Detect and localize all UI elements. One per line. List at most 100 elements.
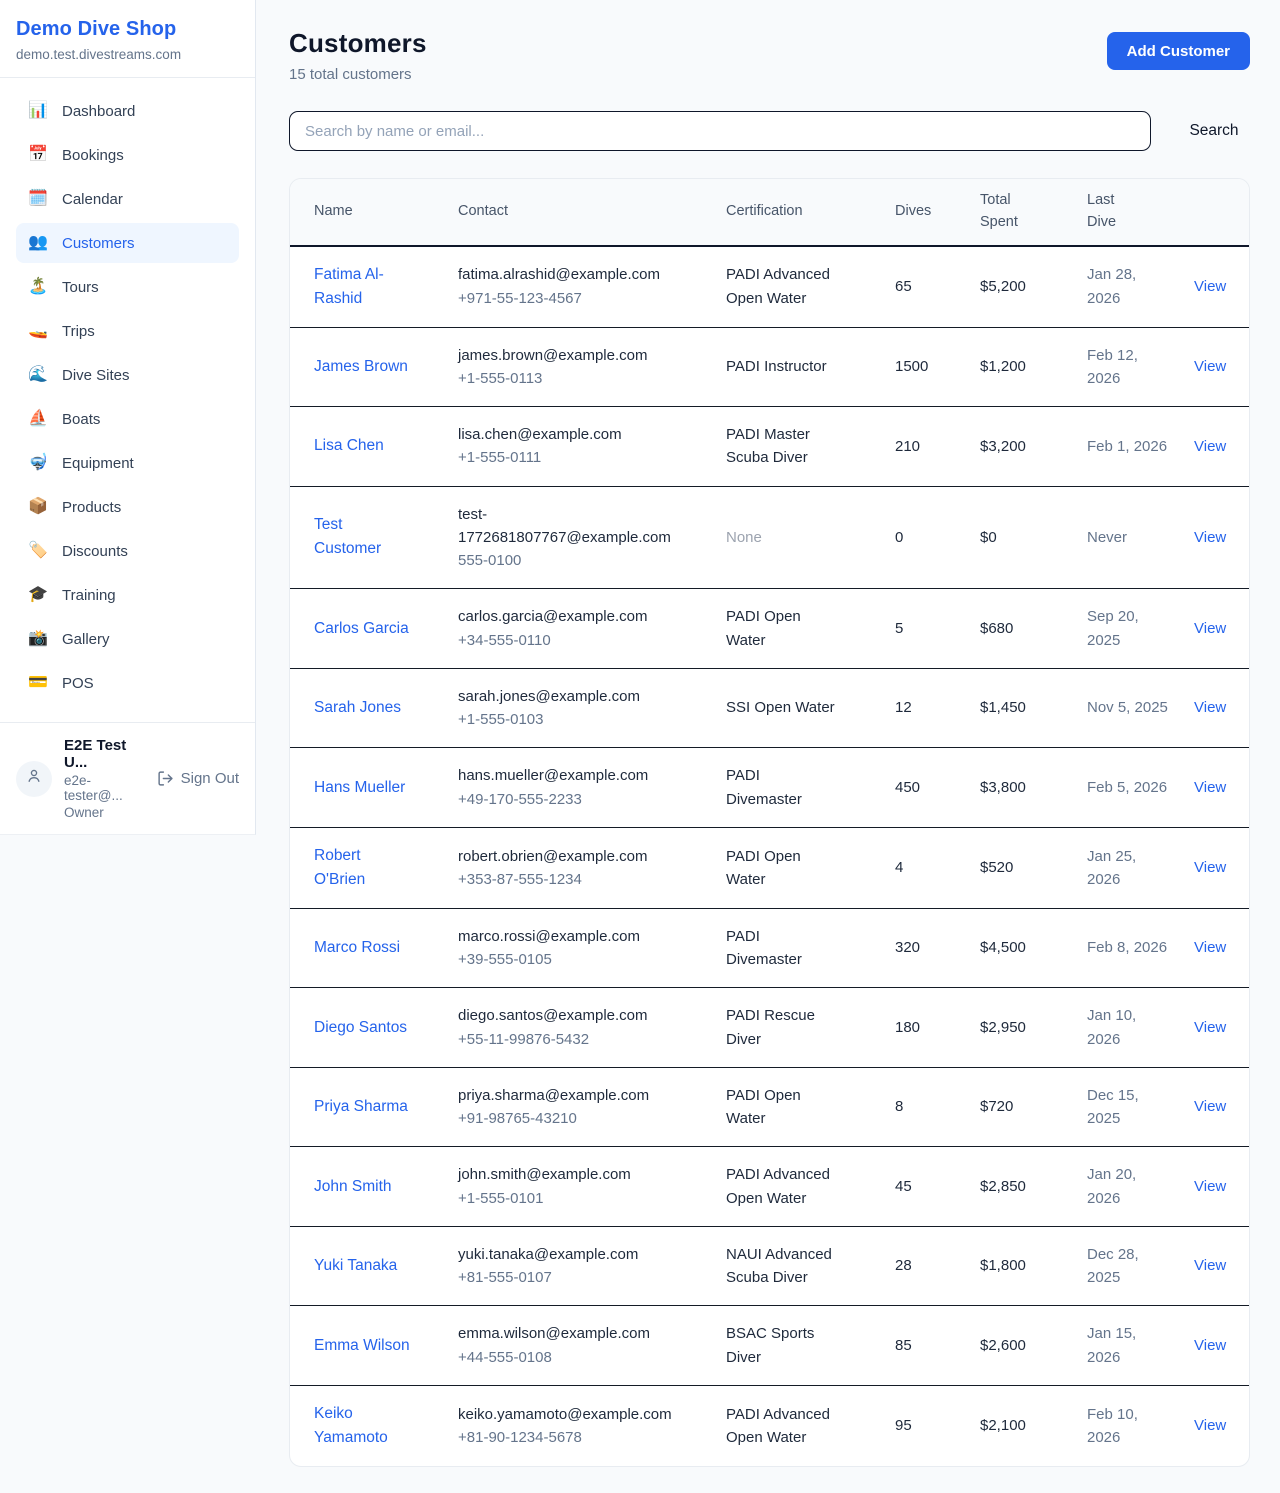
- sidebar-item-bookings[interactable]: 📅Bookings: [16, 135, 239, 175]
- customer-name-link[interactable]: Hans Mueller: [314, 776, 405, 800]
- certification-value: PADI Advanced Open Water: [726, 1403, 838, 1450]
- sidebar-item-gallery[interactable]: 📸Gallery: [16, 619, 239, 659]
- contact-info: james.brown@example.com+1-555-0113: [458, 344, 673, 391]
- customer-name-link[interactable]: Sarah Jones: [314, 696, 401, 720]
- certification-value: PADI Instructor: [726, 355, 838, 378]
- cell-certification: PADI Master Scuba Diver: [702, 407, 871, 487]
- sidebar-item-dive-sites[interactable]: 🌊Dive Sites: [16, 355, 239, 395]
- customer-name-link[interactable]: James Brown: [314, 355, 408, 379]
- cell-contact: fatima.alrashid@example.com+971-55-123-4…: [434, 246, 702, 328]
- view-customer-link[interactable]: View: [1194, 1257, 1226, 1274]
- view-customer-link[interactable]: View: [1194, 278, 1226, 295]
- sidebar-item-pos[interactable]: 💳POS: [16, 663, 239, 703]
- last-dive-value: Feb 1, 2026: [1087, 435, 1170, 458]
- view-customer-link[interactable]: View: [1194, 620, 1226, 637]
- sidebar-item-label: Bookings: [62, 147, 124, 164]
- customer-name-link[interactable]: Yuki Tanaka: [314, 1254, 397, 1278]
- last-dive-value: Jan 28, 2026: [1087, 263, 1170, 310]
- sidebar-item-training[interactable]: 🎓Training: [16, 575, 239, 615]
- search-button[interactable]: Search: [1178, 122, 1250, 140]
- cell-actions: View: [1170, 589, 1250, 669]
- search-input[interactable]: [289, 111, 1151, 151]
- customer-name-link[interactable]: Priya Sharma: [314, 1095, 408, 1119]
- cell-contact: robert.obrien@example.com+353-87-555-123…: [434, 827, 702, 908]
- sign-out-button[interactable]: Sign Out: [157, 770, 239, 787]
- contact-info: john.smith@example.com+1-555-0101: [458, 1163, 673, 1210]
- sidebar-item-dashboard[interactable]: 📊Dashboard: [16, 91, 239, 131]
- customer-email: robert.obrien@example.com: [458, 845, 673, 868]
- trips-icon: 🚤: [28, 323, 48, 339]
- customer-phone: +91-98765-43210: [458, 1107, 673, 1130]
- sidebar-item-tours[interactable]: 🏝️Tours: [16, 267, 239, 307]
- customer-name-link[interactable]: John Smith: [314, 1175, 392, 1199]
- cell-dives: 65: [871, 246, 956, 328]
- cell-actions: View: [1170, 407, 1250, 487]
- cell-dives: 1500: [871, 327, 956, 407]
- view-customer-link[interactable]: View: [1194, 1337, 1226, 1354]
- customer-name-link[interactable]: Carlos Garcia: [314, 617, 409, 641]
- view-customer-link[interactable]: View: [1194, 699, 1226, 716]
- add-customer-button[interactable]: Add Customer: [1107, 32, 1250, 70]
- cell-actions: View: [1170, 827, 1250, 908]
- cell-total-spent: $1,200: [956, 327, 1063, 407]
- sidebar-item-calendar[interactable]: 🗓️Calendar: [16, 179, 239, 219]
- cell-name: Test Customer: [290, 486, 434, 589]
- view-customer-link[interactable]: View: [1194, 1417, 1226, 1434]
- cell-certification: SSI Open Water: [702, 668, 871, 748]
- last-dive-value: Feb 5, 2026: [1087, 776, 1170, 799]
- sidebar-item-trips[interactable]: 🚤Trips: [16, 311, 239, 351]
- last-dive-value: Dec 15, 2025: [1087, 1084, 1170, 1131]
- view-customer-link[interactable]: View: [1194, 1019, 1226, 1036]
- customer-email: emma.wilson@example.com: [458, 1322, 673, 1345]
- last-dive-value: Sep 20, 2025: [1087, 605, 1170, 652]
- view-customer-link[interactable]: View: [1194, 779, 1226, 796]
- cell-name: Emma Wilson: [290, 1306, 434, 1386]
- customer-name-link[interactable]: Test Customer: [314, 513, 410, 561]
- cell-dives: 4: [871, 827, 956, 908]
- view-customer-link[interactable]: View: [1194, 438, 1226, 455]
- customer-name-link[interactable]: Robert O'Brien: [314, 844, 410, 892]
- sidebar-item-equipment[interactable]: 🤿Equipment: [16, 443, 239, 483]
- cell-name: James Brown: [290, 327, 434, 407]
- boats-icon: ⛵: [28, 411, 48, 427]
- sidebar-item-customers[interactable]: 👥Customers: [16, 223, 239, 263]
- customer-name-link[interactable]: Marco Rossi: [314, 936, 400, 960]
- customer-email: keiko.yamamoto@example.com: [458, 1403, 673, 1426]
- sidebar-item-products[interactable]: 📦Products: [16, 487, 239, 527]
- cell-total-spent: $0: [956, 486, 1063, 589]
- cell-total-spent: $1,800: [956, 1226, 1063, 1306]
- sidebar-item-discounts[interactable]: 🏷️Discounts: [16, 531, 239, 571]
- view-customer-link[interactable]: View: [1194, 1098, 1226, 1115]
- customer-name-link[interactable]: Emma Wilson: [314, 1334, 410, 1358]
- customer-phone: +81-90-1234-5678: [458, 1426, 673, 1449]
- cell-certification: PADI Open Water: [702, 827, 871, 908]
- cell-dives: 450: [871, 748, 956, 828]
- cell-dives: 180: [871, 988, 956, 1068]
- cell-last-dive: Jan 15, 2026: [1063, 1306, 1170, 1386]
- customer-email: sarah.jones@example.com: [458, 685, 673, 708]
- calendar-icon: 🗓️: [28, 191, 48, 207]
- cell-total-spent: $1,450: [956, 668, 1063, 748]
- customer-name-link[interactable]: Lisa Chen: [314, 434, 384, 458]
- customer-name-link[interactable]: Fatima Al-Rashid: [314, 263, 410, 311]
- view-customer-link[interactable]: View: [1194, 859, 1226, 876]
- sidebar-item-boats[interactable]: ⛵Boats: [16, 399, 239, 439]
- view-customer-link[interactable]: View: [1194, 529, 1226, 546]
- cell-contact: diego.santos@example.com+55-11-99876-543…: [434, 988, 702, 1068]
- customer-name-link[interactable]: Keiko Yamamoto: [314, 1402, 410, 1450]
- column-header-label: Last Dive: [1087, 190, 1139, 234]
- customer-phone: +81-555-0107: [458, 1266, 673, 1289]
- page-header-text: Customers 15 total customers: [289, 28, 427, 83]
- customer-name-link[interactable]: Diego Santos: [314, 1016, 407, 1040]
- customer-email: test-1772681807767@example.com: [458, 503, 673, 550]
- cell-contact: keiko.yamamoto@example.com+81-90-1234-56…: [434, 1385, 702, 1466]
- cell-last-dive: Jan 28, 2026: [1063, 246, 1170, 328]
- cell-name: Diego Santos: [290, 988, 434, 1068]
- column-header-certification: Certification: [702, 179, 871, 246]
- view-customer-link[interactable]: View: [1194, 358, 1226, 375]
- customer-phone: +55-11-99876-5432: [458, 1028, 673, 1051]
- contact-info: priya.sharma@example.com+91-98765-43210: [458, 1084, 673, 1131]
- cell-name: Carlos Garcia: [290, 589, 434, 669]
- view-customer-link[interactable]: View: [1194, 1178, 1226, 1195]
- view-customer-link[interactable]: View: [1194, 939, 1226, 956]
